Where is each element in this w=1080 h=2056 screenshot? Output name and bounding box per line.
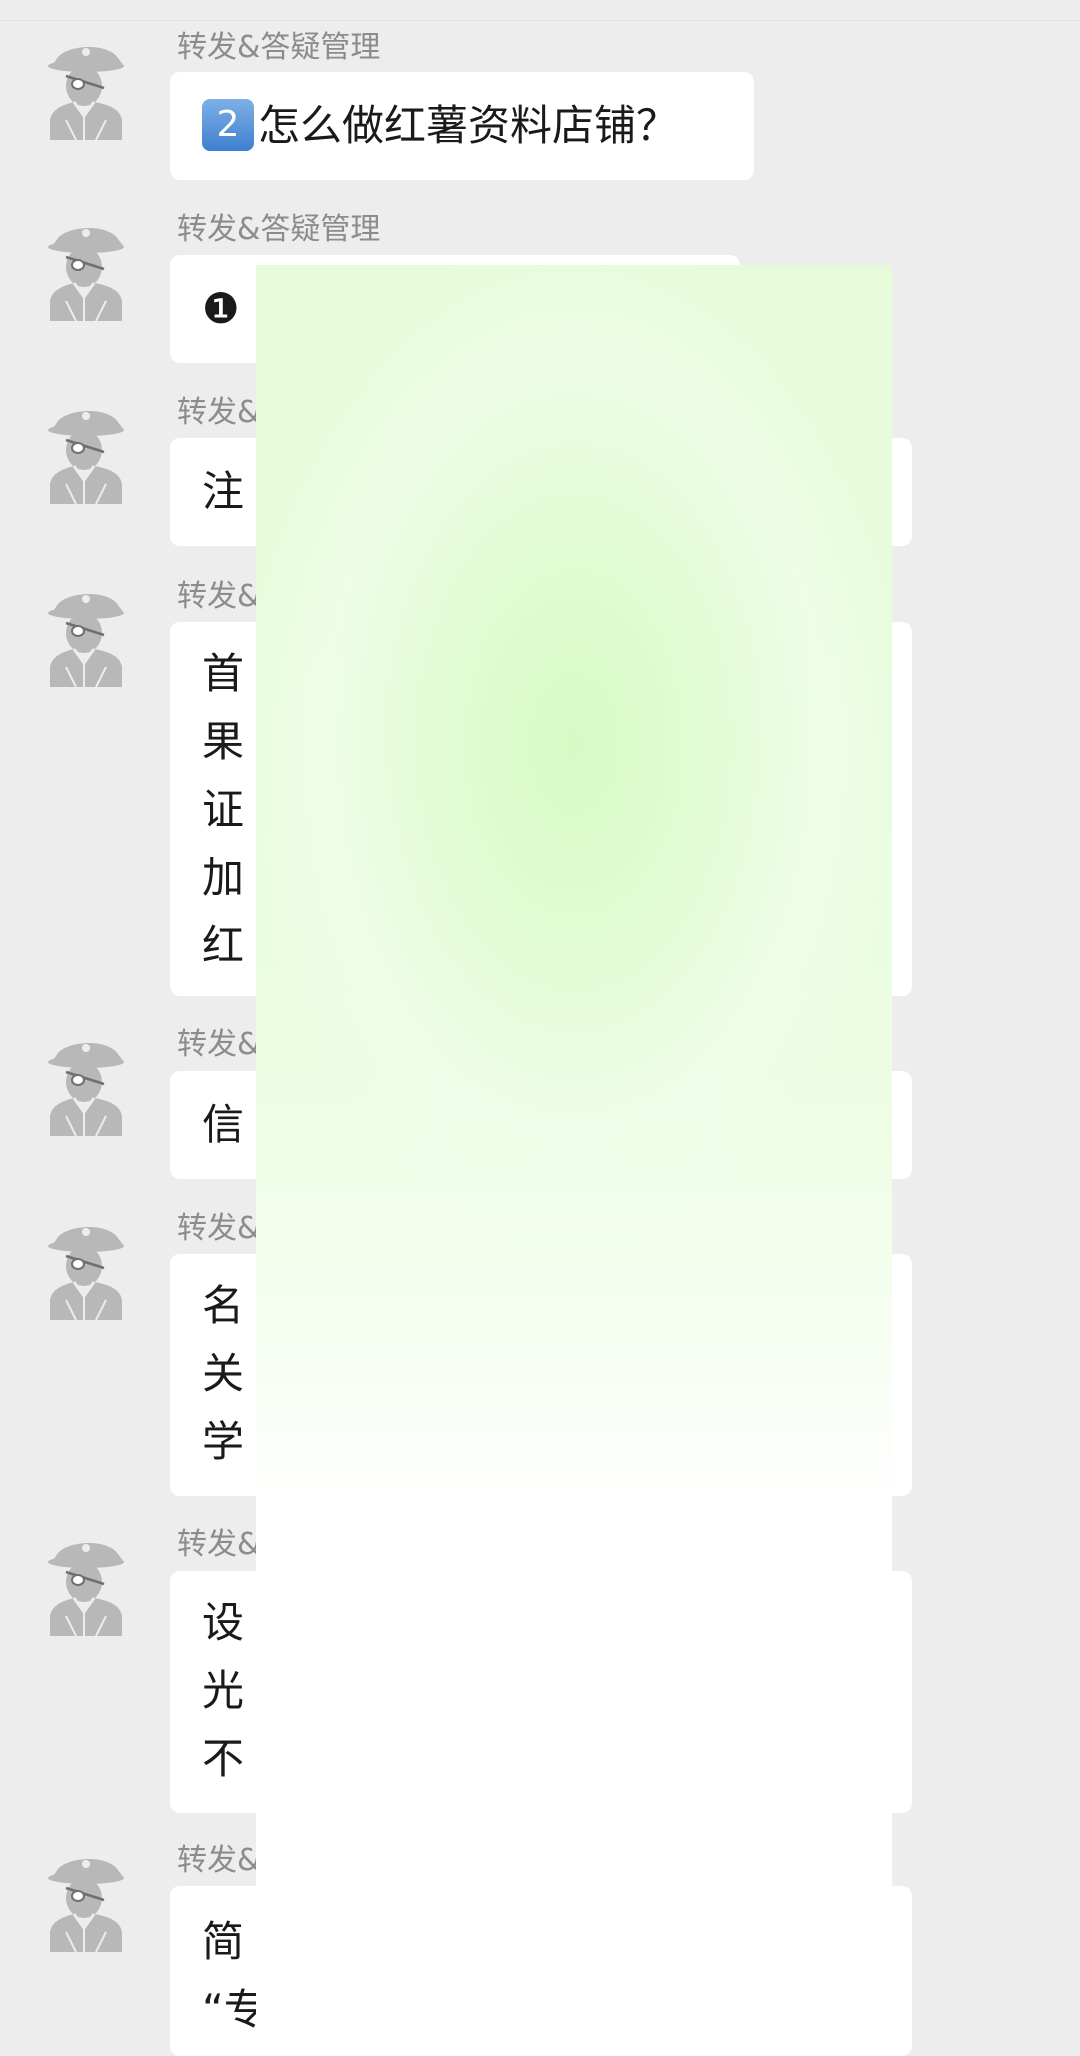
pirate-avatar-icon[interactable] — [34, 217, 138, 322]
pirate-avatar-icon[interactable] — [34, 36, 138, 141]
sender-name: 转发& — [177, 1027, 261, 1062]
sender-name: 转发&答疑管理 — [177, 30, 381, 65]
message-text: 怎么做红薯资料店铺？ — [258, 101, 679, 150]
numbered-bullet-icon: ❶ — [202, 284, 240, 333]
sender-name: 转发& — [177, 395, 261, 430]
pirate-avatar-icon[interactable] — [34, 1032, 138, 1137]
pirate-avatar-icon[interactable] — [34, 400, 138, 505]
pirate-avatar-icon[interactable] — [34, 583, 138, 688]
keycap-two-icon: 2 — [202, 98, 254, 151]
sender-name: 转发& — [177, 1527, 261, 1562]
sender-name: 转发& — [177, 579, 261, 614]
pirate-avatar-icon[interactable] — [34, 1532, 138, 1637]
sender-name: 转发&答疑管理 — [177, 212, 381, 247]
sender-name: 转发& — [177, 1843, 261, 1878]
top-divider — [0, 20, 1080, 21]
pirate-avatar-icon[interactable] — [34, 1848, 138, 1953]
pirate-avatar-icon[interactable] — [34, 1216, 138, 1321]
message-bubble[interactable]: 2 怎么做红薯资料店铺？ — [170, 72, 754, 180]
redaction-overlay — [256, 265, 892, 2042]
message-text: ⁠ — [239, 284, 254, 333]
sender-name: 转发& — [177, 1211, 261, 1246]
